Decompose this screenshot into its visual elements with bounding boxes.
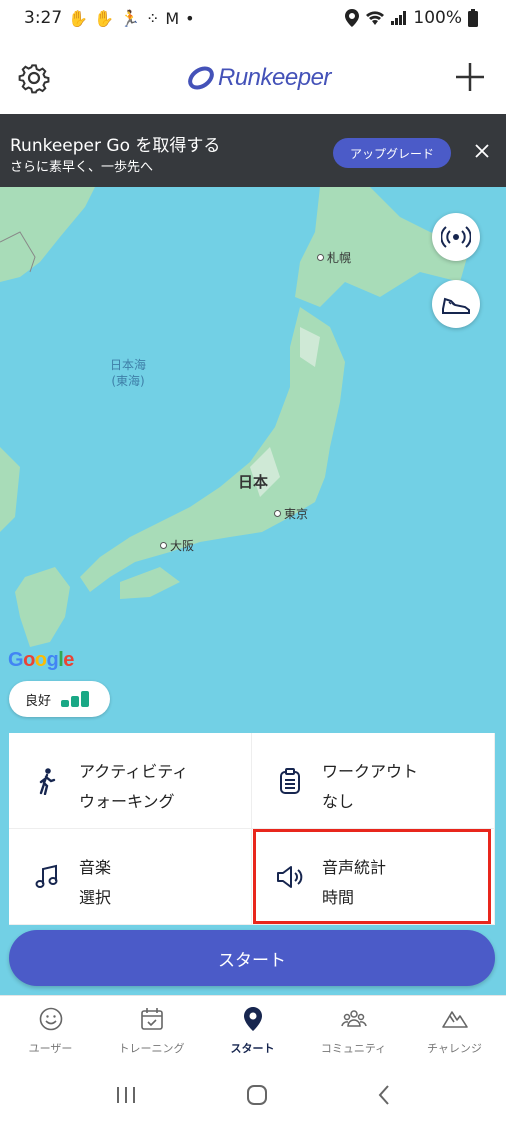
workout-label: ワークアウト <box>322 762 419 781</box>
grid-dots-icon: ⁘ <box>145 8 160 28</box>
nav-challenge[interactable]: チャレンジ <box>404 996 505 1065</box>
gps-status-badge: 良好 <box>9 681 110 717</box>
workout-cell[interactable]: ワークアウト なし <box>252 733 495 829</box>
music-note-icon <box>35 864 58 888</box>
clock: 3:27 <box>24 8 63 28</box>
activity-cell[interactable]: アクティビティ ウォーキング <box>9 733 252 829</box>
nav-start-label: スタート <box>230 1042 275 1055</box>
music-cell[interactable]: 音楽 選択 <box>9 829 252 925</box>
home-icon[interactable] <box>246 1084 268 1106</box>
sea-label: 日本海 (東海) <box>110 357 146 389</box>
nav-user-label: ユーザー <box>28 1042 73 1055</box>
runner-icon: 🏃 <box>120 8 140 28</box>
google-logo: Google <box>8 649 74 671</box>
map-city-tokyo: 東京 <box>274 505 308 522</box>
recent-apps-icon[interactable] <box>115 1085 137 1105</box>
mountain-icon <box>441 1011 468 1028</box>
gps-signal-icon <box>61 691 90 707</box>
clipboard-icon <box>280 768 300 794</box>
sea-label-line2: (東海) <box>111 374 145 388</box>
start-button[interactable]: スタート <box>9 930 495 986</box>
logo-text: Runkeeper <box>218 64 331 91</box>
walking-icon <box>39 768 56 795</box>
nav-community[interactable]: コミュニティ <box>303 996 404 1065</box>
status-right: 100% <box>345 8 478 28</box>
shoe-icon <box>442 297 470 314</box>
system-nav-bar <box>0 1065 506 1124</box>
workout-value: なし <box>322 792 355 811</box>
calendar-check-icon <box>140 1008 163 1030</box>
nav-start[interactable]: スタート <box>202 996 303 1065</box>
bottom-nav: ユーザー トレーニング スタート コミュニティ チャレンジ <box>0 995 506 1065</box>
app-header: Runkeeper <box>0 36 506 114</box>
promo-title: Runkeeper Go を取得する <box>10 136 221 156</box>
broadcast-icon <box>441 226 471 248</box>
hand-icon: ✋ <box>68 8 89 28</box>
city-name: 大阪 <box>170 539 195 553</box>
nav-training[interactable]: トレーニング <box>101 996 202 1065</box>
dot-icon: • <box>185 8 195 28</box>
nav-training-label: トレーニング <box>118 1042 185 1055</box>
broadcast-button[interactable] <box>432 213 480 261</box>
status-left: 3:27 ✋ ✋ 🏃 ⁘ M • <box>24 8 195 28</box>
highlight-box <box>253 829 491 924</box>
location-icon <box>345 9 360 27</box>
music-value: 選択 <box>79 888 112 907</box>
city-marker <box>274 510 281 517</box>
battery-icon <box>468 9 478 27</box>
close-icon[interactable] <box>475 144 489 158</box>
smiley-icon <box>39 1007 62 1031</box>
city-name: 東京 <box>284 507 309 521</box>
runkeeper-logo: Runkeeper <box>188 64 331 92</box>
map-city-sapporo: 札幌 <box>317 249 351 266</box>
nav-challenge-label: チャレンジ <box>427 1042 482 1055</box>
signal-icon <box>391 11 407 25</box>
city-name: 札幌 <box>327 251 352 265</box>
city-marker <box>317 254 324 261</box>
wifi-icon <box>366 11 385 25</box>
promo-banner: Runkeeper Go を取得する さらに素早く、一歩先へ アップグレード <box>0 114 506 187</box>
runkeeper-logo-icon <box>188 66 214 90</box>
gps-status-label: 良好 <box>25 693 52 709</box>
promo-subtitle: さらに素早く、一歩先へ <box>10 160 154 175</box>
gmail-icon: M <box>165 8 180 28</box>
add-plus-icon[interactable] <box>453 60 487 94</box>
nav-community-label: コミュニティ <box>320 1042 387 1055</box>
settings-gear-icon[interactable] <box>18 62 50 94</box>
map-country-label: 日本 <box>238 473 269 491</box>
map-city-osaka: 大阪 <box>160 537 194 554</box>
upgrade-button[interactable]: アップグレード <box>333 138 451 168</box>
back-icon[interactable] <box>377 1084 391 1106</box>
music-label: 音楽 <box>79 858 112 877</box>
community-icon <box>340 1010 367 1027</box>
shoe-button[interactable] <box>432 280 480 328</box>
nav-user[interactable]: ユーザー <box>0 996 101 1065</box>
battery-percent: 100% <box>413 8 462 28</box>
location-pin-icon <box>243 1007 262 1031</box>
activity-value: ウォーキング <box>79 792 175 811</box>
status-bar: 3:27 ✋ ✋ 🏃 ⁘ M • 100% <box>0 0 506 36</box>
activity-label: アクティビティ <box>79 762 189 781</box>
hand-icon: ✋ <box>94 8 115 28</box>
city-marker <box>160 542 167 549</box>
sea-label-line1: 日本海 <box>110 358 147 372</box>
